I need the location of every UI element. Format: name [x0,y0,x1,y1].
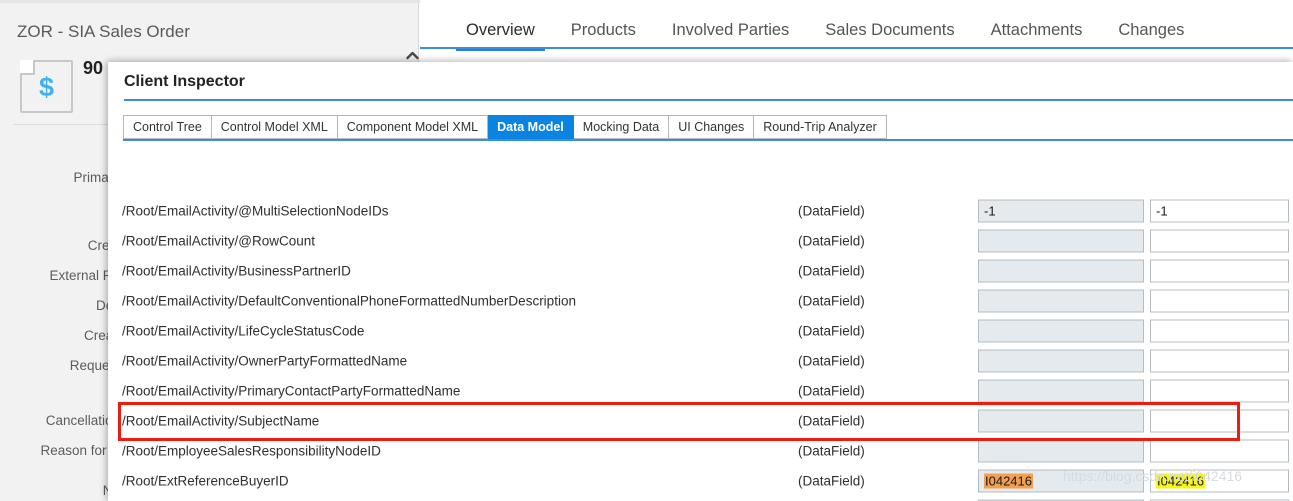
object-page-tabbar[interactable]: OverviewProductsInvolved PartiesSales Do… [420,0,1293,51]
readonly-value-field [978,290,1144,313]
dollar-glyph: $ [39,74,54,101]
inspector-tabbar[interactable]: Control TreeControl Model XMLComponent M… [123,115,887,139]
table-row[interactable]: /Root/EmailActivity/SubjectName (DataFiel… [108,406,1293,436]
inspector-tab-ui-changes[interactable]: UI Changes [669,115,754,139]
table-row[interactable]: /Root/EmailActivity/PrimaryContactPartyF… [108,376,1293,406]
tabbar-underline [420,47,1293,49]
editable-value-field[interactable] [1150,440,1289,463]
inspector-tab-component-model-xml[interactable]: Component Model XML [338,115,488,139]
table-row[interactable]: /Root/EmailActivity/@MultiSelectionNodeI… [108,196,1293,226]
editable-value-field[interactable]: -1 [1150,200,1289,223]
inspector-tab-mocking-data[interactable]: Mocking Data [574,115,669,139]
editable-value-field[interactable] [1150,350,1289,373]
table-row[interactable]: /Root/EmployeeSalesResponsibilityNodeID (… [108,436,1293,466]
data-type-cell: (DataField) [798,234,865,249]
table-row[interactable]: /Root/EmailActivity/DefaultConventionalP… [108,286,1293,316]
data-type-cell: (DataField) [798,414,865,429]
readonly-value-field [978,260,1144,283]
data-path-cell: /Root/EmailActivity/@RowCount [122,234,315,249]
dialog-title-rule [124,99,1293,101]
table-row[interactable]: /Root/EmailActivity/OwnerPartyFormattedN… [108,346,1293,376]
data-path-cell: /Root/EmailActivity/OwnerPartyFormattedN… [122,354,407,369]
editable-value-field[interactable] [1150,290,1289,313]
inspector-tab-data-model[interactable]: Data Model [488,115,574,139]
data-path-cell: /Root/EmailActivity/@MultiSelectionNodeI… [122,204,389,219]
data-path-cell: /Root/EmailActivity/PrimaryContactPartyF… [122,384,460,399]
data-path-cell: /Root/ExtReferenceBuyerID [122,474,289,489]
data-type-cell: (DataField) [798,354,865,369]
orange-highlight: I042416 [984,474,1033,489]
editable-value-field[interactable] [1150,260,1289,283]
inspector-tab-round-trip-analyzer[interactable]: Round-Trip Analyzer [754,115,886,139]
inspector-tab-control-model-xml[interactable]: Control Model XML [212,115,338,139]
application-window: ZOR - SIA Sales Order $ 90 APrimaryCredi… [0,0,1293,501]
inspector-tab-control-tree[interactable]: Control Tree [123,115,212,139]
dialog-title: Client Inspector [124,73,245,91]
readonly-value-field [978,230,1144,253]
sales-order-document-icon: $ [20,60,73,113]
object-number: 90 [83,58,103,79]
data-type-cell: (DataField) [798,474,865,489]
data-model-table: /Root/EmailActivity/@MultiSelectionNodeI… [108,141,1293,501]
readonly-value-field [978,380,1144,403]
readonly-value-field [978,410,1144,433]
data-type-cell: (DataField) [798,324,865,339]
readonly-value-field [978,320,1144,343]
data-path-cell: /Root/EmailActivity/DefaultConventionalP… [122,294,576,309]
data-path-cell: /Root/EmailActivity/LifeCycleStatusCode [122,324,364,339]
data-path-cell: /Root/EmailActivity/SubjectName [122,414,319,429]
table-row[interactable]: /Root/EmailActivity/@RowCount (DataField) [108,226,1293,256]
table-row[interactable]: /Root/EmailActivity/LifeCycleStatusCode (… [108,316,1293,346]
data-type-cell: (DataField) [798,384,865,399]
data-type-cell: (DataField) [798,294,865,309]
editable-value-field[interactable] [1150,230,1289,253]
table-row[interactable]: /Root/ExteranlMaintenanceBusinessProcess… [108,496,1293,501]
editable-value-field[interactable] [1150,380,1289,403]
table-row[interactable]: /Root/EmailActivity/BusinessPartnerID (Da… [108,256,1293,286]
data-type-cell: (DataField) [798,444,865,459]
readonly-value-field [978,440,1144,463]
watermark-text: https://blog.csdn.net/i042416 [1063,468,1242,484]
data-type-cell: (DataField) [798,264,865,279]
page-title: ZOR - SIA Sales Order [17,22,190,42]
data-type-cell: (DataField) [798,204,865,219]
client-inspector-dialog: Client Inspector Control TreeControl Mod… [108,62,1293,501]
data-path-cell: /Root/EmailActivity/BusinessPartnerID [122,264,351,279]
readonly-value-field: -1 [978,200,1144,223]
readonly-value-field [978,350,1144,373]
editable-value-field[interactable] [1150,320,1289,343]
data-path-cell: /Root/EmployeeSalesResponsibilityNodeID [122,444,381,459]
editable-value-field[interactable] [1150,410,1289,433]
